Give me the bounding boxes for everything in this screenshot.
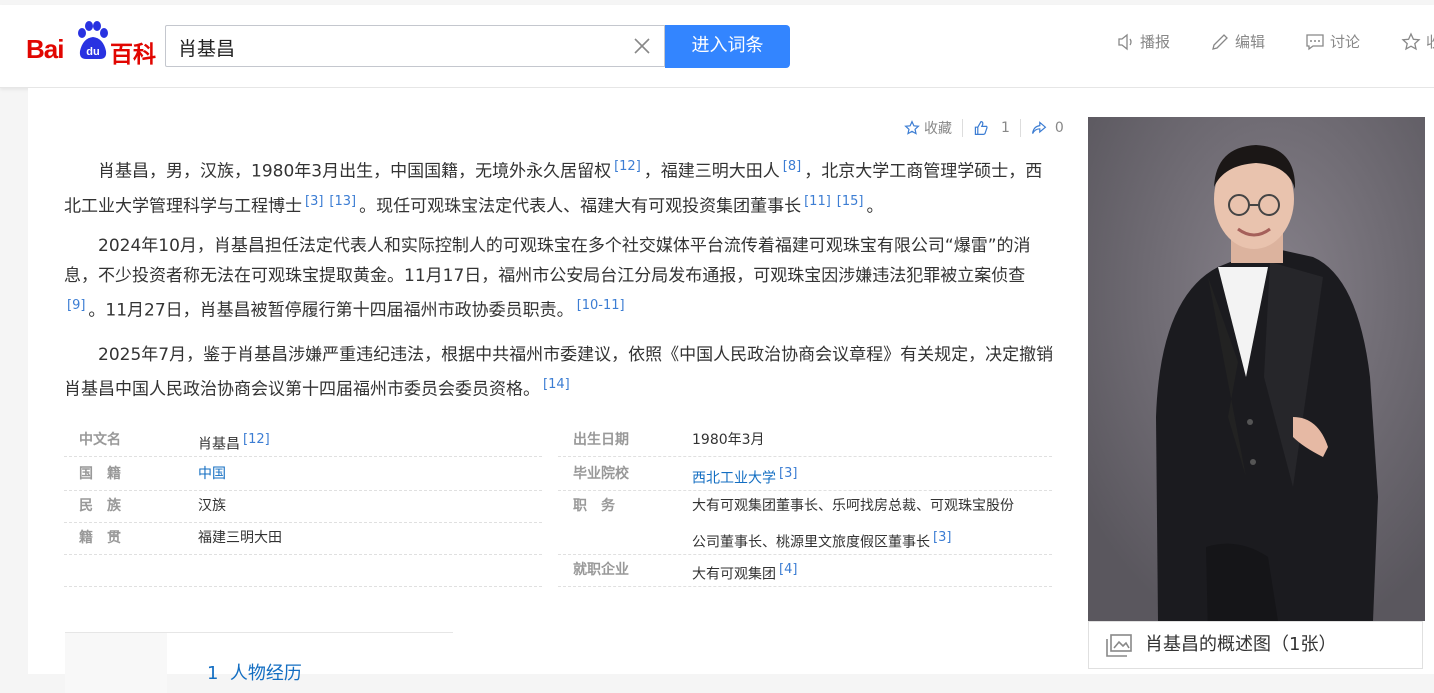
info-row: 就职企业 大有可观集团 [4] [558,554,1052,587]
info-value: 福建三明大田 [198,530,282,546]
info-value: 大有可观集团董事长、乐呵找房总裁、可观珠宝股份 [692,498,1014,514]
info-value: 肖基昌 [12] [198,432,270,453]
logo-baike-text: 百科 [110,42,156,68]
paw-icon: du [78,21,108,59]
star-icon [904,120,920,135]
info-row: 中文名 肖基昌 [12] [64,424,542,457]
collect-label: 收藏 [924,121,952,137]
info-key: 职 务 [573,498,615,514]
edit-label: 编辑 [1235,33,1266,51]
reference-link[interactable]: [8] [783,159,801,174]
info-row: 出生日期 1980年3月 [558,424,1052,457]
reference-link[interactable]: [13] [329,194,356,209]
info-row: 民 族 汉族 [64,490,542,523]
summary-paragraph-2: 2024年10月，肖基昌担任法定代表人和实际控制人的可观珠宝在多个社交媒体平台流… [64,236,1031,321]
info-row: 国 籍 中国 [64,458,542,491]
summary-paragraph-3: 2025年7月，鉴于肖基昌涉嫌严重违纪违法，根据中共福州市委建议，依照《中国人民… [64,345,1054,400]
gallery-icon [1106,634,1132,657]
reference-link[interactable]: [3] [305,194,323,209]
reference-link[interactable]: [14] [543,377,570,392]
table-of-contents: 1 人物经历 [65,632,453,693]
info-row: 职 务 大有可观集团董事长、乐呵找房总裁、可观珠宝股份 公司董事长、桃源里文旅度… [558,490,1052,555]
like-count: 1 [1001,120,1010,136]
reference-link[interactable]: [15] [837,194,864,209]
search-input[interactable] [176,33,620,61]
logo-du-text: du [86,46,99,58]
info-key: 国 籍 [79,466,121,482]
info-row [64,554,542,587]
like-action[interactable]: 1 [973,120,1010,136]
collect-top-button[interactable]: 收 [1401,31,1434,52]
entry-actions: 收藏 1 0 [904,118,1064,138]
edit-button[interactable]: 编辑 [1210,31,1265,52]
info-row: 毕业院校 西北工业大学 [3] [558,458,1052,491]
reference-link[interactable]: [4] [779,562,797,577]
pencil-icon [1212,33,1228,50]
reference-link[interactable]: [3] [933,530,951,545]
search-box [165,25,665,67]
image-caption[interactable]: 肖基昌的概述图（1张） [1088,621,1423,669]
reference-link[interactable]: [9] [67,298,85,313]
broadcast-button[interactable]: 播报 [1117,31,1170,52]
summary-paragraph-1: 肖基昌，男，汉族，1980年3月出生，中国国籍，无境外永久居留权 [12] ，福建三… [64,159,1043,217]
reference-link[interactable]: [3] [779,466,797,481]
divider [962,119,963,137]
toc-item[interactable]: 1 人物经历 [207,659,302,685]
reference-link[interactable]: [12] [243,432,270,447]
reference-link[interactable]: [11] [804,194,831,209]
collect-action[interactable]: 收藏 [904,118,952,138]
share-icon [1031,121,1047,134]
discuss-button[interactable]: 讨论 [1305,31,1360,52]
clear-icon[interactable] [632,36,652,56]
discuss-label: 讨论 [1330,33,1361,51]
info-value: 汉族 [198,498,226,514]
thumbs-up-icon [974,120,988,135]
portrait-photo[interactable] [1088,117,1425,621]
speaker-icon [1118,33,1132,50]
broadcast-label: 播报 [1140,33,1171,51]
portrait-illustration [1088,117,1425,621]
info-key: 民 族 [79,498,121,514]
toc-sidebar [65,633,167,693]
main-content: 收藏 1 0 肖基昌，男，汉族，1980年3月出生，中国国籍，无境外永久居留权[… [28,88,1434,693]
info-key: 籍 贯 [79,530,121,546]
header: Bai du 百科 进入词条 播报 编辑 讨论 收 [0,5,1434,88]
divider [1019,119,1021,137]
enter-entry-button[interactable]: 进入词条 [665,25,790,68]
reference-link[interactable]: [12] [614,159,641,174]
baidu-baike-logo[interactable]: Bai du 百科 [26,21,156,68]
collect-top-label: 收 [1426,33,1434,51]
logo-bai-text: Bai [26,34,64,64]
info-value-link[interactable]: 中国 [198,458,226,490]
info-key: 毕业院校 [573,466,629,482]
info-value: 1980年3月 [692,432,765,448]
info-row: 籍 贯 福建三明大田 [64,522,542,555]
info-value-link[interactable]: 西北工业大学 [692,471,776,487]
reference-link[interactable]: [10-11] [577,298,625,313]
share-count: 0 [1054,120,1064,136]
share-action[interactable]: 0 [1031,120,1064,136]
comment-icon [1306,33,1324,50]
star-icon [1401,31,1421,50]
caption-text: 肖基昌的概述图（1张） [1145,634,1337,655]
info-value: 大有可观集团 [4] [692,562,798,583]
info-key: 就职企业 [573,562,629,578]
info-key: 出生日期 [573,432,629,448]
info-key: 中文名 [79,432,121,448]
